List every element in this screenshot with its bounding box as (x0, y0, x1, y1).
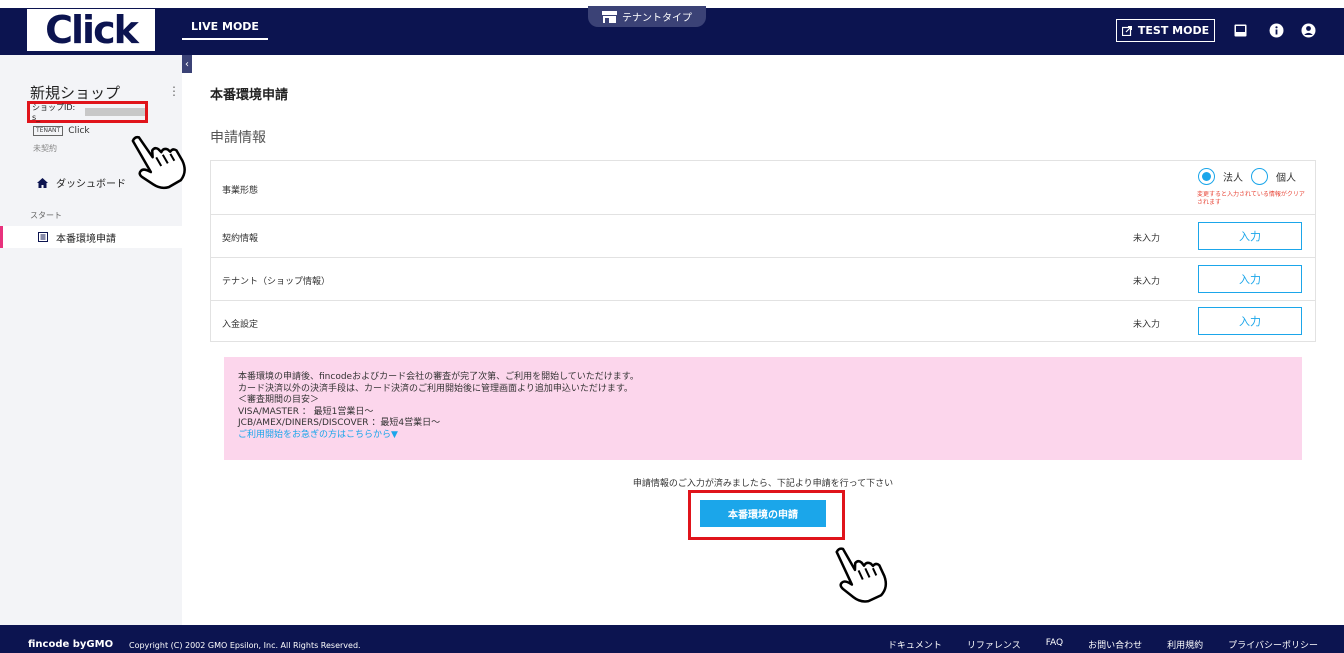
tenant-type-label: テナントタイプ (622, 13, 692, 24)
row-status-deposit: 未入力 (1133, 320, 1161, 330)
footer-brand: fincode byGMO (28, 639, 114, 650)
notice-line: VISA/MASTER ： 最短1営業日〜 (238, 406, 374, 417)
chevron-left-icon: ‹ (185, 58, 189, 70)
table-row: テナント（ショップ情報） 未入力 入力 (211, 258, 1315, 301)
footer: fincode byGMO Copyright (C) 2002 GMO Eps… (0, 625, 1344, 653)
table-row: 入金設定 未入力 入力 (211, 301, 1315, 342)
row-label-tenant: テナント（ショップ情報） (222, 277, 331, 287)
tenant-name: Click (68, 126, 90, 136)
footer-links: ドキュメント リファレンス FAQ お問い合わせ 利用規約 プライバシーポリシー (888, 638, 1318, 651)
contract-status: 未契約 (33, 144, 57, 153)
footer-link-reference[interactable]: リファレンス (967, 638, 1021, 651)
shop-id-redacted (84, 108, 145, 116)
business-type-warning: 変更すると入力されている情報がクリアされます (1197, 191, 1305, 206)
table-row: 契約情報 未入力 入力 (211, 215, 1315, 258)
click-logo[interactable]: Click (27, 9, 155, 51)
row-label-deposit: 入金設定 (222, 320, 259, 330)
tab-live-mode[interactable]: LIVE MODE (182, 20, 268, 40)
business-type-radio-group: 法人 個人 (1198, 168, 1296, 185)
info-icon[interactable] (1268, 22, 1284, 38)
inbox-icon[interactable] (1232, 22, 1248, 38)
notice-line: カード決済以外の決済手段は、カード決済のご利用開始後に管理画面より追加申込いただ… (238, 383, 633, 394)
row-status-tenant: 未入力 (1133, 277, 1161, 287)
footer-link-documents[interactable]: ドキュメント (888, 638, 942, 651)
shop-id-highlight: ショップID: s_ (27, 101, 148, 123)
home-icon (37, 177, 48, 188)
radio-corporation-label: 法人 (1223, 173, 1243, 184)
copyright: Copyright (C) 2002 GMO Epsilon, Inc. All… (129, 641, 361, 650)
footer-link-terms[interactable]: 利用規約 (1167, 638, 1203, 651)
notice-line: 本番環境の申請後、fincodeおよびカード会社の審査が完了次第、ご利用を開始し… (238, 372, 639, 382)
more-options-icon[interactable]: ⋮ (168, 84, 180, 98)
footer-link-faq[interactable]: FAQ (1046, 638, 1063, 651)
business-type-row: 事業形態 法人 個人 変更すると入力されている情報がクリアされます (211, 161, 1315, 215)
input-deposit-button[interactable]: 入力 (1198, 307, 1302, 335)
shop-id-label: ショップID: s_ (32, 103, 76, 122)
sidebar-section-start: スタート (30, 211, 62, 220)
business-type-label: 事業形態 (222, 186, 259, 196)
section-title: 申請情報 (210, 130, 266, 146)
pointing-hand-icon (835, 547, 888, 603)
test-mode-button[interactable]: TEST MODE (1116, 19, 1215, 42)
tenant-info: TENANT Click (33, 126, 90, 136)
document-icon (38, 232, 48, 242)
tenant-type-button[interactable]: テナントタイプ (588, 6, 706, 27)
shop-name: 新規ショップ (30, 84, 121, 102)
notice-line: ＜審査期間の目安＞ (238, 395, 320, 405)
row-label-contract: 契約情報 (222, 234, 259, 244)
sidebar-item-dashboard[interactable]: ダッシュボード (37, 175, 126, 190)
submit-production-application-button[interactable]: 本番環境の申請 (700, 500, 826, 527)
tenant-badge: TENANT (33, 126, 64, 136)
sidebar-item-production-application[interactable]: 本番環境申請 (0, 226, 182, 248)
pointing-hand-icon (131, 135, 186, 190)
radio-individual-label: 個人 (1276, 173, 1296, 184)
sidebar-item-label: 本番環境申請 (56, 233, 116, 245)
page-title: 本番環境申請 (210, 88, 289, 103)
account-icon[interactable] (1300, 22, 1316, 38)
input-tenant-button[interactable]: 入力 (1198, 265, 1302, 293)
notice-box: 本番環境の申請後、fincodeおよびカード会社の審査が完了次第、ご利用を開始し… (224, 357, 1302, 460)
radio-corporation[interactable] (1198, 168, 1215, 185)
notice-line: JCB/AMEX/DINERS/DISCOVER ：最短4営業日〜 (238, 418, 441, 428)
footer-link-contact[interactable]: お問い合わせ (1088, 638, 1142, 651)
row-status-contract: 未入力 (1133, 234, 1161, 244)
store-icon (602, 10, 617, 23)
radio-individual[interactable] (1251, 168, 1268, 185)
external-link-icon (1121, 25, 1132, 36)
submit-instruction: 申請情報のご入力が済みましたら、下記より申請を行って下さい (632, 479, 894, 489)
express-start-link[interactable]: ご利用開始をお急ぎの方はこちらから▼ (238, 430, 1288, 442)
sidebar-item-label: ダッシュボード (56, 179, 126, 190)
test-mode-label: TEST MODE (1137, 24, 1210, 37)
input-contract-button[interactable]: 入力 (1198, 222, 1302, 250)
footer-link-privacy[interactable]: プライバシーポリシー (1228, 638, 1318, 651)
logo-text: Click (45, 8, 139, 52)
collapse-sidebar-button[interactable]: ‹ (182, 55, 192, 73)
application-form: 事業形態 法人 個人 変更すると入力されている情報がクリアされます 契約情報 未… (210, 160, 1316, 342)
